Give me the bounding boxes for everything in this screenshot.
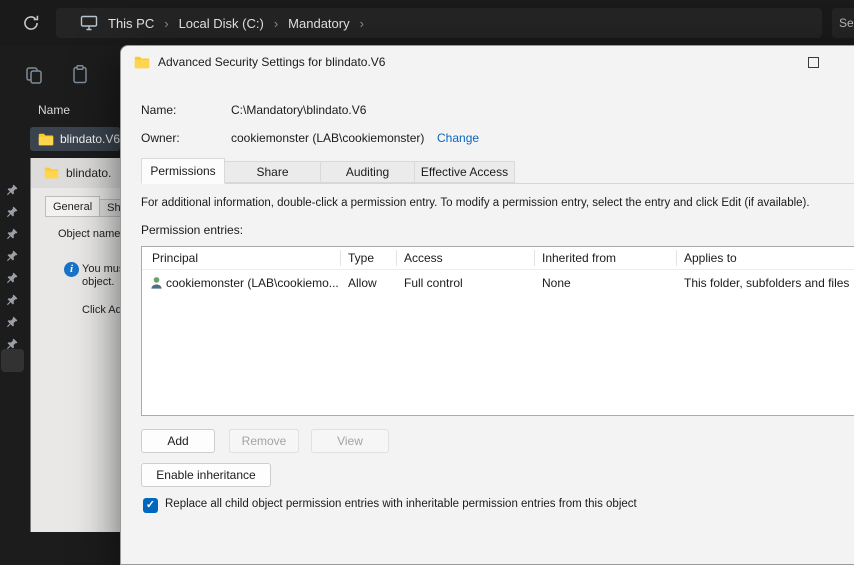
properties-tabs: General Sha	[45, 196, 120, 217]
enable-inheritance-button[interactable]: Enable inheritance	[141, 463, 271, 487]
owner-value: cookiemonster (LAB\cookiemonster)	[231, 131, 425, 145]
object-name-label: Object name:	[58, 228, 120, 240]
info-text-line2: object.	[82, 276, 115, 288]
security-tabs: Permissions Share Auditing Effective Acc…	[141, 158, 854, 184]
pin-icon[interactable]	[6, 315, 18, 328]
pin-icon[interactable]	[6, 183, 18, 196]
col-header-access[interactable]: Access	[404, 247, 443, 269]
dialog-title: Advanced Security Settings for blindato.…	[158, 55, 386, 69]
col-header-type[interactable]: Type	[348, 247, 374, 269]
remove-button[interactable]: Remove	[229, 429, 299, 453]
this-pc-icon	[80, 15, 98, 31]
pin-icon[interactable]	[6, 205, 18, 218]
cell-inherited-from: None	[542, 276, 571, 290]
file-row-blindato[interactable]: blindato.V6	[30, 127, 120, 151]
info-text-line1: You mus	[82, 263, 120, 275]
info-icon: i	[64, 262, 79, 277]
pin-icon[interactable]	[6, 227, 18, 240]
tab-permissions[interactable]: Permissions	[141, 158, 225, 184]
breadcrumb-this-pc[interactable]: This PC	[98, 16, 164, 31]
pin-icon[interactable]	[6, 271, 18, 284]
change-owner-link[interactable]: Change	[437, 131, 479, 145]
folder-icon	[134, 56, 150, 69]
tab-share[interactable]: Share	[225, 161, 321, 183]
cell-type: Allow	[348, 276, 377, 290]
tab-auditing[interactable]: Auditing	[321, 161, 415, 183]
chevron-right-icon: ›	[359, 15, 364, 31]
owner-label: Owner:	[141, 131, 180, 145]
tab-effective-access[interactable]: Effective Access	[415, 161, 515, 183]
properties-dialog: blindato. General Sha Object name: i You…	[30, 158, 120, 532]
pin-icon[interactable]	[6, 337, 18, 350]
file-name: blindato.V6	[60, 132, 120, 146]
add-button[interactable]: Add	[141, 429, 215, 453]
table-header: Principal Type Access Inherited from App…	[142, 247, 854, 270]
col-header-principal[interactable]: Principal	[152, 247, 198, 269]
folder-icon	[38, 133, 54, 146]
col-header-inherited-from[interactable]: Inherited from	[542, 247, 616, 269]
replace-permissions-checkbox[interactable]: ✓	[143, 498, 158, 513]
maximize-icon[interactable]	[801, 51, 825, 73]
properties-title-bar: blindato.	[31, 158, 120, 188]
name-label: Name:	[141, 103, 177, 117]
tab-general[interactable]: General	[45, 196, 101, 217]
advanced-security-dialog: Advanced Security Settings for blindato.…	[120, 45, 854, 565]
paste-icon[interactable]	[70, 64, 90, 84]
pin-icon[interactable]	[6, 293, 18, 306]
instruction-text: For additional information, double-click…	[141, 197, 810, 209]
copy-icon[interactable]	[24, 65, 44, 85]
pin-icon[interactable]	[6, 249, 18, 262]
cell-access: Full control	[404, 276, 463, 290]
col-header-applies-to[interactable]: Applies to	[684, 247, 737, 269]
dialog-title-bar: Advanced Security Settings for blindato.…	[121, 46, 854, 78]
cell-applies-to: This folder, subfolders and files	[684, 276, 850, 290]
cell-principal: cookiemonster (LAB\cookiemo...	[166, 276, 339, 290]
info-text-line3: Click Ad	[82, 304, 120, 316]
name-column-header[interactable]: Name	[38, 103, 70, 117]
view-button[interactable]: View	[311, 429, 389, 453]
user-avatar-icon	[149, 275, 164, 290]
permission-entries-label: Permission entries:	[141, 223, 244, 237]
tab-sharing[interactable]: Sha	[100, 199, 120, 217]
permission-entries-table: Principal Type Access Inherited from App…	[141, 246, 854, 416]
refresh-icon[interactable]	[22, 14, 40, 32]
properties-title: blindato.	[66, 166, 112, 180]
explorer-title-bar: This PC › Local Disk (C:) › Mandatory › …	[0, 0, 854, 46]
replace-permissions-label[interactable]: Replace all child object permission entr…	[165, 498, 637, 510]
table-row[interactable]: cookiemonster (LAB\cookiemo... Allow Ful…	[142, 271, 854, 295]
nav-selected-item[interactable]	[1, 349, 24, 372]
breadcrumb-mandatory[interactable]: Mandatory	[278, 16, 359, 31]
search-box[interactable]: Sea	[832, 8, 854, 38]
breadcrumb-local-disk[interactable]: Local Disk (C:)	[169, 16, 274, 31]
address-bar[interactable]: This PC › Local Disk (C:) › Mandatory ›	[56, 8, 822, 38]
folder-icon	[44, 167, 59, 179]
name-value: C:\Mandatory\blindato.V6	[231, 103, 367, 117]
